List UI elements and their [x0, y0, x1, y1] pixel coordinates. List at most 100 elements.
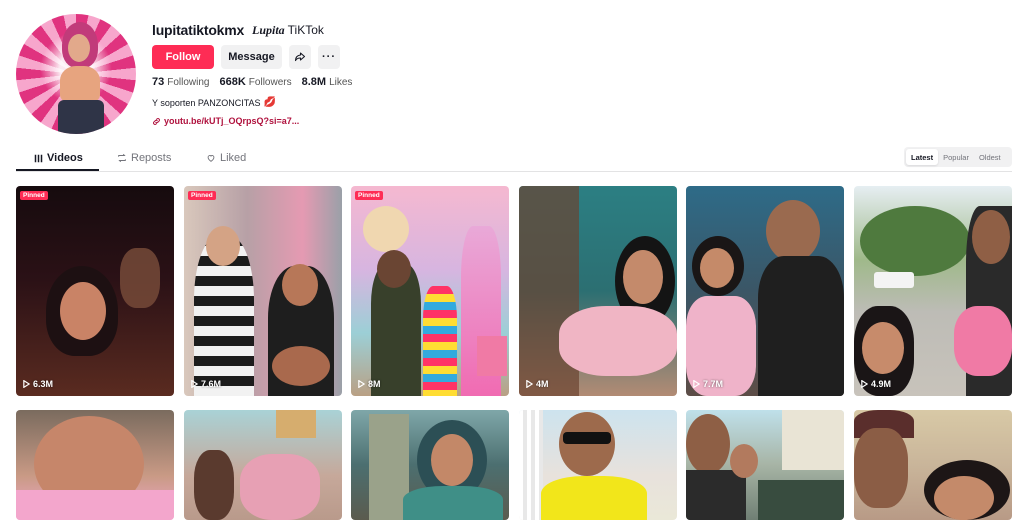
video-card[interactable]: Pinned 7.6M [184, 186, 342, 396]
thumb-tree [860, 206, 970, 276]
following-stat[interactable]: 73 Following [152, 76, 210, 88]
thumb-sign [477, 336, 507, 376]
avatar-jeans [58, 100, 104, 134]
likes-count: 8.8M [301, 76, 327, 88]
thumb-person [758, 480, 844, 520]
likes-label: Likes [329, 77, 353, 88]
thumb-sunglasses [563, 432, 611, 444]
video-card[interactable] [16, 410, 174, 520]
thumb-face [431, 434, 473, 486]
thumb-person [120, 248, 160, 308]
view-count: 4.9M [861, 379, 891, 389]
more-button[interactable]: ··· [318, 45, 340, 69]
repost-icon [118, 153, 126, 163]
sort-oldest[interactable]: Oldest [974, 149, 1006, 165]
following-count: 73 [152, 76, 165, 88]
video-card[interactable]: 4.9M [854, 186, 1012, 396]
video-thumbnail [351, 410, 509, 520]
play-icon [526, 380, 533, 388]
username: lupitatiktokmx [152, 22, 245, 38]
pinned-badge: Pinned [188, 191, 216, 200]
thumb-face [766, 200, 820, 262]
video-card[interactable] [686, 410, 844, 520]
view-count: 7.6M [191, 379, 221, 389]
view-count: 8M [358, 379, 381, 389]
pinned-badge: Pinned [355, 191, 383, 200]
thumb-face [862, 322, 904, 374]
tab-liked[interactable]: Liked [206, 152, 246, 164]
video-card[interactable] [519, 410, 677, 520]
video-thumbnail [16, 410, 174, 520]
video-thumbnail [519, 186, 677, 396]
thumb-pink-blanket [559, 306, 677, 376]
video-card[interactable]: 4M [519, 186, 677, 396]
play-icon [693, 380, 700, 388]
pinned-badge: Pinned [20, 191, 48, 200]
sort-latest[interactable]: Latest [906, 149, 939, 165]
nickname-fancy: Lupita [252, 23, 285, 37]
view-count-value: 4M [536, 379, 549, 389]
video-card[interactable]: 7.7M [686, 186, 844, 396]
video-thumbnail [184, 410, 342, 520]
play-icon [861, 380, 868, 388]
video-card[interactable] [351, 410, 509, 520]
thumb-face [559, 412, 615, 476]
thumb-face [730, 444, 758, 478]
play-icon [23, 380, 30, 388]
thumb-car [874, 272, 914, 288]
bio-link[interactable]: youtu.be/kUTj_OQrpsQ?si=a7... [152, 116, 299, 126]
thumb-building [782, 410, 844, 470]
avatar-top [60, 66, 100, 102]
thumb-picture-frame [276, 410, 316, 438]
avatar-face [68, 34, 90, 62]
thumb-belly [272, 346, 330, 386]
tab-videos[interactable]: Videos [34, 152, 83, 164]
video-thumbnail [519, 410, 677, 520]
video-card[interactable] [854, 410, 1012, 520]
follow-button[interactable]: Follow [152, 45, 214, 69]
active-tab-indicator [16, 169, 99, 171]
thumb-face [972, 210, 1010, 264]
video-card[interactable]: Pinned 6.3M [16, 186, 174, 396]
thumb-face [686, 414, 730, 474]
video-card[interactable] [184, 410, 342, 520]
thumb-pink-bundle [954, 306, 1012, 376]
profile-page: lupitatiktokmx Lupita TiKTok Follow Mess… [0, 0, 1024, 520]
thumb-fence [519, 410, 543, 520]
share-button[interactable] [289, 45, 311, 69]
grid-icon [34, 154, 43, 162]
video-card[interactable]: Pinned 8M [351, 186, 509, 396]
thumb-face [623, 250, 663, 304]
view-count-value: 4.9M [871, 379, 892, 389]
thumb-mascot [363, 206, 409, 252]
sort-popular[interactable]: Popular [938, 149, 974, 165]
thumb-person [194, 450, 234, 520]
profile-tabs: Videos Reposts Liked [16, 149, 1012, 172]
share-arrow-icon [294, 52, 306, 62]
view-count-value: 8M [368, 379, 381, 389]
followers-count: 668K [219, 76, 246, 88]
sort-toggle: Latest Popular Oldest [904, 147, 1012, 167]
video-thumbnail [184, 186, 342, 396]
followers-stat[interactable]: 668K Followers [220, 76, 292, 88]
thumb-shirt [16, 490, 174, 520]
video-thumbnail [16, 186, 174, 396]
link-icon [153, 117, 160, 125]
thumb-face [854, 428, 908, 508]
profile-stats: 73 Following 668K Followers 8.8M Likes [152, 76, 352, 88]
view-count: 6.3M [23, 379, 53, 389]
view-count-value: 6.3M [33, 379, 54, 389]
avatar[interactable] [16, 14, 136, 134]
heart-outline-icon [207, 155, 215, 162]
message-button[interactable]: Message [221, 45, 282, 69]
video-thumbnail [351, 186, 509, 396]
view-count: 7.7M [693, 379, 723, 389]
video-thumbnail [854, 410, 1012, 520]
bio-text: Y soporten PANZONCITAS [152, 97, 261, 108]
following-label: Following [167, 77, 210, 88]
thumb-face [282, 264, 318, 306]
bio-link-text: youtu.be/kUTj_OQrpsQ?si=a7... [164, 116, 300, 126]
thumb-person-pink [240, 454, 320, 520]
tab-reposts[interactable]: Reposts [117, 152, 171, 164]
video-thumbnail [686, 410, 844, 520]
